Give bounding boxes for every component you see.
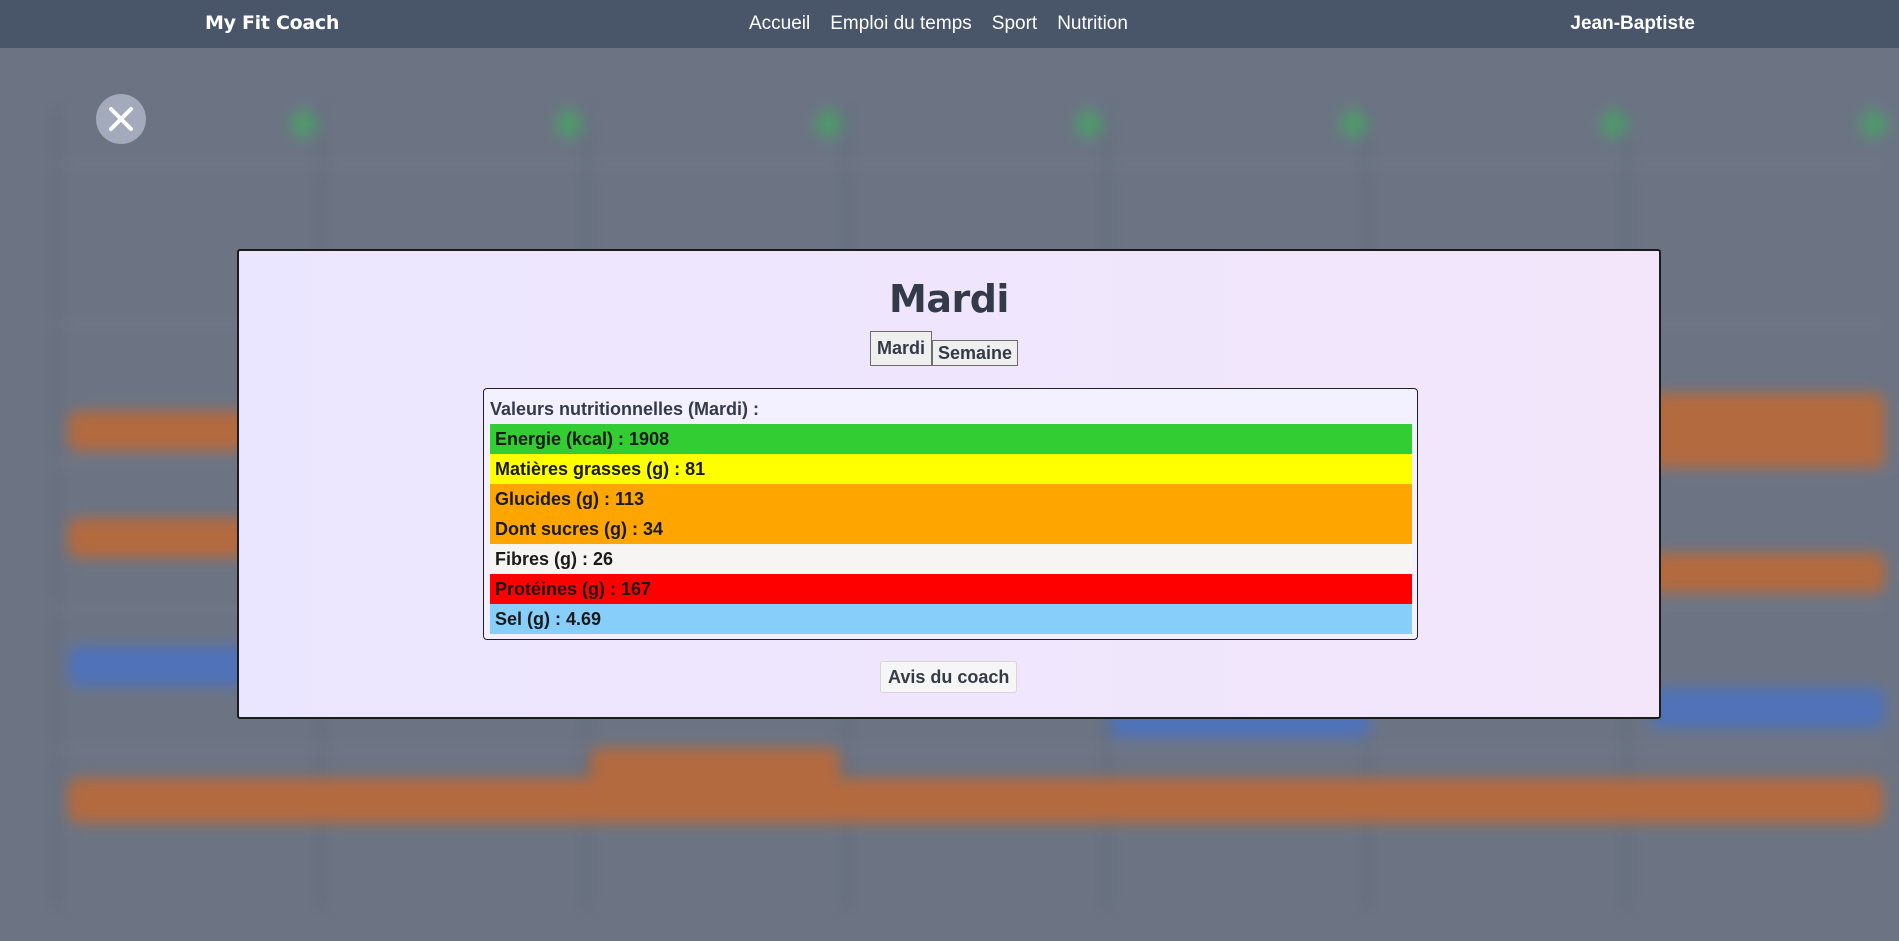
schedule-marker xyxy=(1075,110,1103,138)
nutrition-row-fibres: Fibres (g) : 26 xyxy=(490,544,1412,574)
nutrition-values-panel: Valeurs nutritionnelles (Mardi) : Energi… xyxy=(483,388,1418,640)
schedule-marker xyxy=(1340,110,1368,138)
nutrition-row-sucres: Dont sucres (g) : 34 xyxy=(490,514,1412,544)
nav-links: Accueil Emploi du temps Sport Nutrition xyxy=(749,13,1128,35)
top-navbar: My Fit Coach Accueil Emploi du temps Spo… xyxy=(0,0,1899,48)
schedule-marker xyxy=(1860,110,1888,138)
schedule-divider xyxy=(55,108,58,908)
nav-link-nutrition[interactable]: Nutrition xyxy=(1057,13,1128,35)
nutrition-row-matieres-grasses: Matières grasses (g) : 81 xyxy=(490,454,1412,484)
user-name[interactable]: Jean-Baptiste xyxy=(1570,13,1695,35)
schedule-event xyxy=(1650,393,1885,468)
nutrition-row-energie: Energie (kcal) : 1908 xyxy=(490,424,1412,454)
schedule-event xyxy=(590,748,840,788)
schedule-gridline xyxy=(50,748,1890,750)
schedule-marker xyxy=(1600,110,1628,138)
modal-title: Mardi xyxy=(889,277,1009,321)
close-modal-button[interactable] xyxy=(96,94,146,144)
brand-logo[interactable]: My Fit Coach xyxy=(205,12,339,34)
tab-mardi[interactable]: Mardi xyxy=(870,331,933,366)
coach-advice-button[interactable]: Avis du coach xyxy=(880,661,1018,693)
schedule-gridline xyxy=(50,163,1890,165)
tab-bar: Mardi Semaine xyxy=(870,331,1019,366)
nutrition-row-proteines: Protéines (g) : 167 xyxy=(490,574,1412,604)
schedule-marker xyxy=(290,110,318,138)
schedule-marker xyxy=(815,110,843,138)
nav-link-sport[interactable]: Sport xyxy=(992,13,1037,35)
nutrition-list: Energie (kcal) : 1908 Matières grasses (… xyxy=(490,424,1412,634)
schedule-event xyxy=(1650,688,1885,728)
nutrition-row-glucides: Glucides (g) : 113 xyxy=(490,484,1412,514)
schedule-marker xyxy=(555,110,583,138)
nutrition-heading: Valeurs nutritionnelles (Mardi) : xyxy=(490,399,760,419)
nav-link-accueil[interactable]: Accueil xyxy=(749,13,810,35)
nutrition-row-sel: Sel (g) : 4.69 xyxy=(490,604,1412,634)
close-x-icon xyxy=(109,107,133,131)
tab-semaine[interactable]: Semaine xyxy=(932,340,1019,366)
schedule-event xyxy=(68,778,1883,823)
nav-link-emploi-du-temps[interactable]: Emploi du temps xyxy=(830,13,972,35)
nutrition-modal: Mardi Mardi Semaine Valeurs nutritionnel… xyxy=(237,249,1661,719)
schedule-event xyxy=(1650,553,1885,593)
